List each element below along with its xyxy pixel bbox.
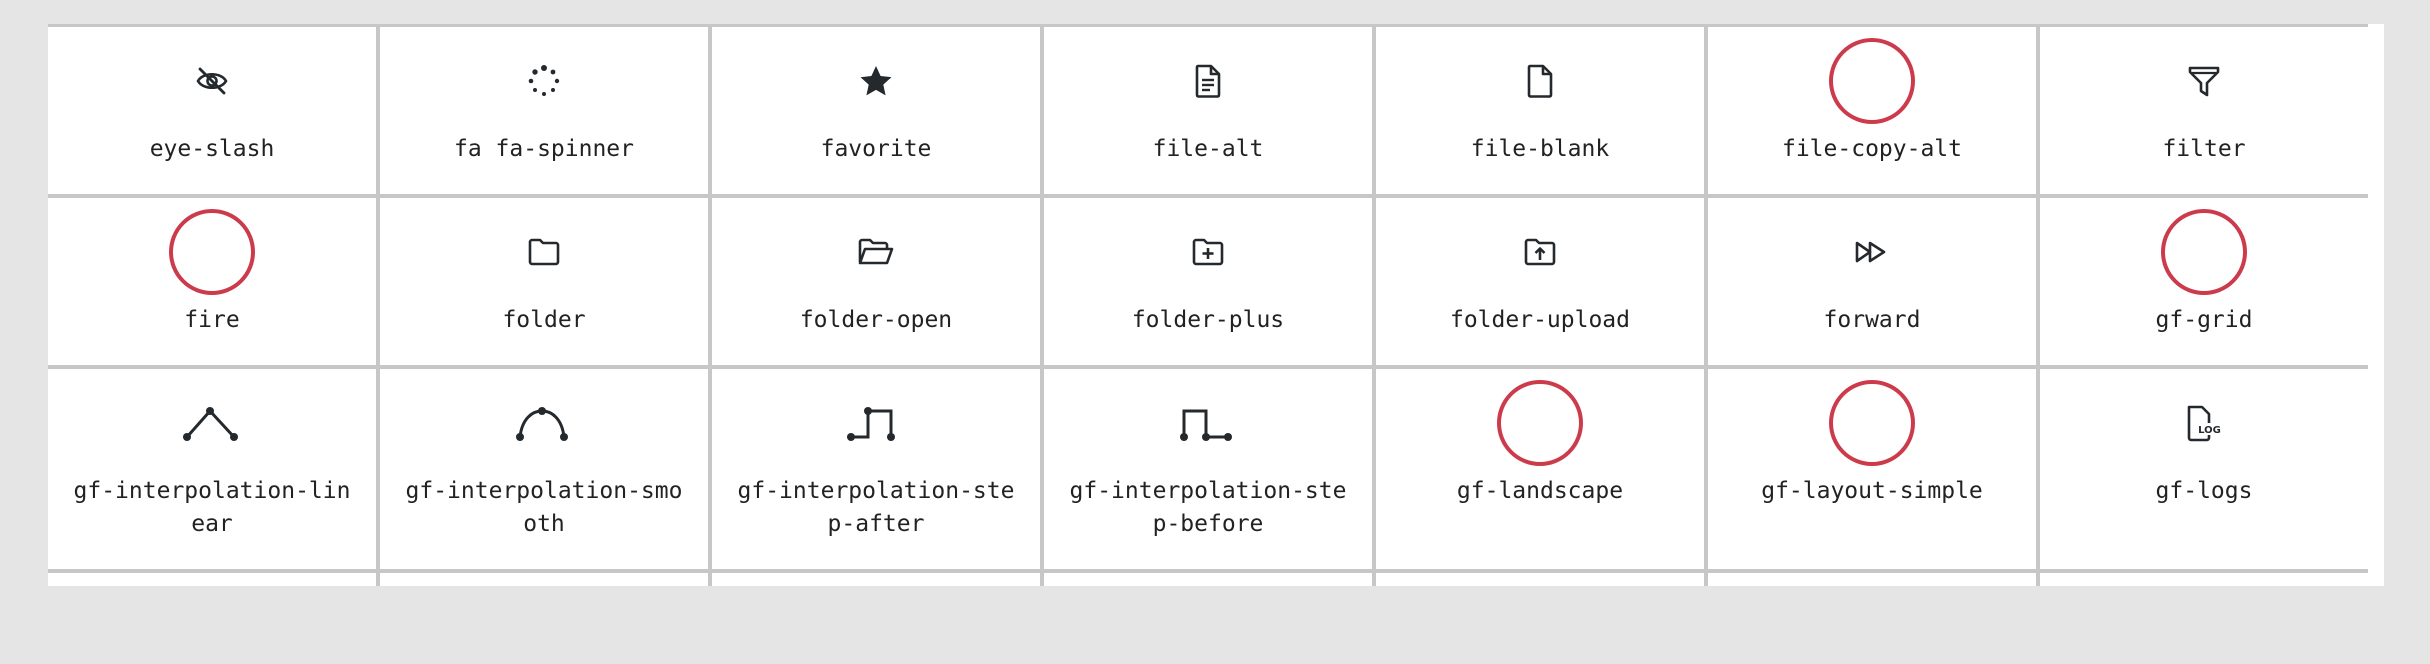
icon-label: folder <box>502 307 586 333</box>
icon-cell-forward[interactable]: forward <box>1708 198 2036 365</box>
placeholder-circle-icon <box>169 209 255 295</box>
icon-cell-partial <box>712 573 1040 586</box>
icon-cell-folder-open[interactable]: folder-open <box>712 198 1040 365</box>
icon-label: gf-interpolation-step-before <box>1069 478 1347 537</box>
icon-label: forward <box>1823 307 1921 333</box>
icon-cell-partial <box>2040 573 2368 586</box>
icon-label: gf-layout-simple <box>1761 478 1983 504</box>
icon-label: folder-plus <box>1131 307 1285 333</box>
icon-label: file-blank <box>1470 136 1610 162</box>
icon-cell-filter[interactable]: filter <box>2040 27 2368 194</box>
icon-label: file-alt <box>1152 136 1264 162</box>
icon-cell-folder-upload[interactable]: folder-upload <box>1376 198 1704 365</box>
placeholder-circle-icon <box>1829 38 1915 124</box>
icon-cell-gf-interpolation-step-after[interactable]: gf-interpolation-step-after <box>712 369 1040 569</box>
icon-cell-fire[interactable]: fire <box>48 198 376 365</box>
filter-icon <box>2040 41 2368 121</box>
logs-icon: LOG <box>2040 383 2368 463</box>
icon-cell-file-copy-alt[interactable]: file-copy-alt <box>1708 27 2036 194</box>
icon-label: favorite <box>820 136 932 162</box>
file-blank-icon <box>1376 41 1704 121</box>
interpolation-smooth-icon <box>380 383 708 463</box>
icon-label: gf-logs <box>2155 478 2253 504</box>
icon-label: folder-upload <box>1449 307 1630 333</box>
icon-label: gf-grid <box>2155 307 2253 333</box>
icon-cell-gf-logs[interactable]: LOG gf-logs <box>2040 369 2368 569</box>
icon-cell-gf-interpolation-step-before[interactable]: gf-interpolation-step-before <box>1044 369 1372 569</box>
icon-cell-favorite[interactable]: favorite <box>712 27 1040 194</box>
placeholder-circle-icon <box>1708 38 2036 124</box>
interpolation-linear-icon <box>48 383 376 463</box>
icon-label: filter <box>2162 136 2246 162</box>
folder-open-icon <box>712 212 1040 292</box>
file-alt-icon <box>1044 41 1372 121</box>
placeholder-circle-icon <box>1708 380 2036 466</box>
icon-cell-gf-interpolation-smooth[interactable]: gf-interpolation-smooth <box>380 369 708 569</box>
folder-plus-icon <box>1044 212 1372 292</box>
icon-label: folder-open <box>799 307 953 333</box>
forward-icon <box>1708 212 2036 292</box>
icon-label: fire <box>184 307 240 333</box>
eye-slash-icon <box>48 41 376 121</box>
icon-cell-partial <box>1376 573 1704 586</box>
interpolation-step-before-icon <box>1044 383 1372 463</box>
icon-cell-partial <box>1708 573 2036 586</box>
interpolation-step-after-icon <box>712 383 1040 463</box>
icon-cell-partial <box>1044 573 1372 586</box>
icon-label: file-copy-alt <box>1781 136 1962 162</box>
star-icon <box>712 41 1040 121</box>
icon-cell-gf-layout-simple[interactable]: gf-layout-simple <box>1708 369 2036 569</box>
icon-cell-gf-interpolation-linear[interactable]: gf-interpolation-linear <box>48 369 376 569</box>
icon-cell-gf-grid[interactable]: gf-grid <box>2040 198 2368 365</box>
placeholder-circle-icon <box>1829 380 1915 466</box>
spinner-icon <box>380 41 708 121</box>
icon-label: gf-interpolation-step-after <box>737 478 1015 537</box>
icon-cell-fa-fa-spinner[interactable]: fa fa-spinner <box>380 27 708 194</box>
icon-label: gf-interpolation-linear <box>73 478 351 537</box>
folder-icon <box>380 212 708 292</box>
icon-cell-eye-slash[interactable]: eye-slash <box>48 27 376 194</box>
icon-cell-folder[interactable]: folder <box>380 198 708 365</box>
icon-cell-file-alt[interactable]: file-alt <box>1044 27 1372 194</box>
icon-cell-partial <box>48 573 376 586</box>
folder-upload-icon <box>1376 212 1704 292</box>
icon-label: fa fa-spinner <box>453 136 634 162</box>
icon-grid: eye-slash fa fa-spinner favorite file-alt fi… <box>48 24 2368 586</box>
icon-cell-file-blank[interactable]: file-blank <box>1376 27 1704 194</box>
placeholder-circle-icon <box>1497 380 1583 466</box>
placeholder-circle-icon <box>48 209 376 295</box>
icon-cell-folder-plus[interactable]: folder-plus <box>1044 198 1372 365</box>
icon-cell-partial <box>380 573 708 586</box>
icon-label: eye-slash <box>149 136 275 162</box>
icon-cell-gf-landscape[interactable]: gf-landscape <box>1376 369 1704 569</box>
icon-label: gf-landscape <box>1456 478 1624 504</box>
icon-gallery-panel: eye-slash fa fa-spinner favorite file-alt fi… <box>48 24 2384 586</box>
svg-text:LOG: LOG <box>2198 425 2221 436</box>
icon-label: gf-interpolation-smooth <box>405 478 683 537</box>
placeholder-circle-icon <box>2161 209 2247 295</box>
placeholder-circle-icon <box>2040 209 2368 295</box>
placeholder-circle-icon <box>1376 380 1704 466</box>
